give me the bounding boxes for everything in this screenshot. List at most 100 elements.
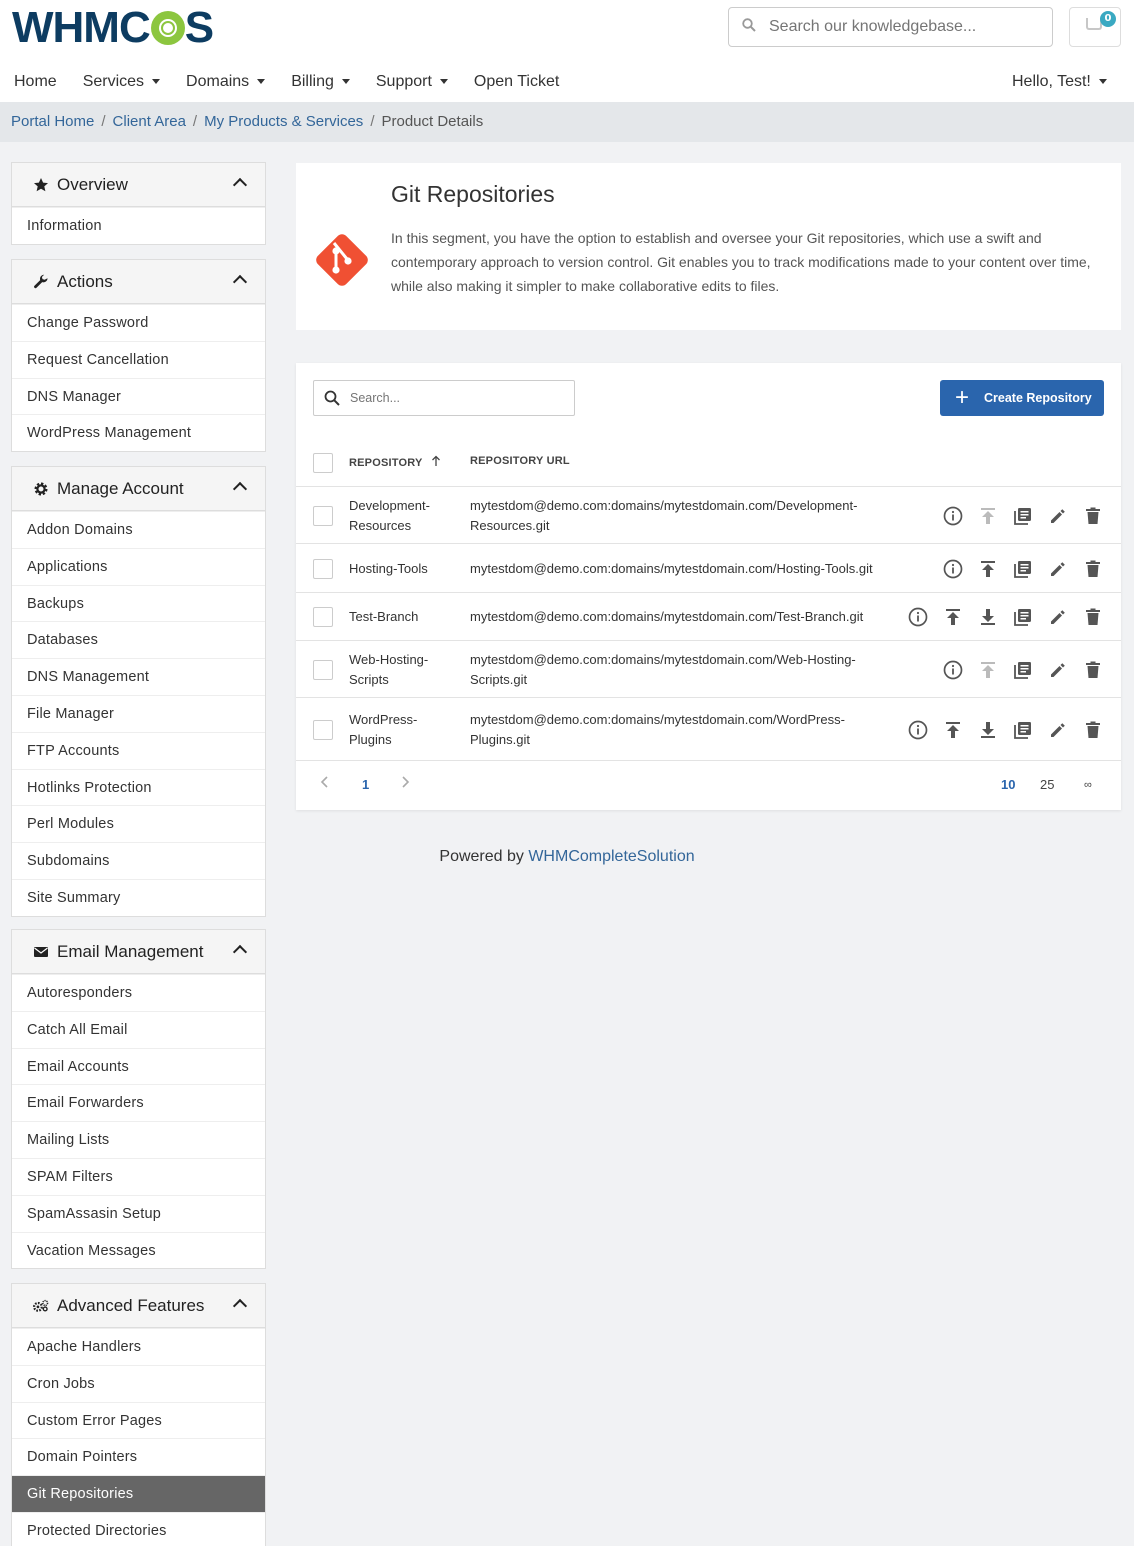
row-checkbox[interactable] xyxy=(313,720,333,740)
column-repository[interactable]: REPOSITORY xyxy=(349,455,442,469)
sidebar-panel-title: Advanced Features xyxy=(57,1295,205,1315)
column-repository-url[interactable]: REPOSITORY URL xyxy=(470,455,570,467)
sidebar-item-site-summary[interactable]: Site Summary xyxy=(12,878,265,916)
delete-icon[interactable] xyxy=(1082,606,1104,628)
info-icon[interactable] xyxy=(942,558,964,580)
sidebar-item-spamassasin-setup[interactable]: SpamAssasin Setup xyxy=(12,1194,265,1232)
delete-icon[interactable] xyxy=(1082,659,1104,681)
sidebar-item-ftp-accounts[interactable]: FTP Accounts xyxy=(12,731,265,769)
sidebar-item-perl-modules[interactable]: Perl Modules xyxy=(12,805,265,842)
push-icon[interactable] xyxy=(942,606,964,628)
push-icon[interactable] xyxy=(977,505,999,527)
sidebar-item-vacation-messages[interactable]: Vacation Messages xyxy=(12,1231,265,1269)
chevron-up-icon[interactable] xyxy=(232,274,248,290)
sidebar-panel-header-email-management[interactable]: Email Management xyxy=(12,930,265,974)
push-icon[interactable] xyxy=(942,719,964,741)
knowledgebase-search-input[interactable] xyxy=(769,18,1039,36)
pull-icon[interactable] xyxy=(977,606,999,628)
delete-icon[interactable] xyxy=(1082,505,1104,527)
sidebar-item-request-cancellation[interactable]: Request Cancellation xyxy=(12,340,265,378)
nav-item-open-ticket[interactable]: Open Ticket xyxy=(474,66,559,98)
sidebar-panel-header-manage-account[interactable]: Manage Account xyxy=(12,467,265,511)
history-icon[interactable] xyxy=(1012,558,1034,580)
breadcrumb-link-my-products-services[interactable]: My Products & Services xyxy=(204,113,363,130)
row-checkbox[interactable] xyxy=(313,607,333,627)
chevron-up-icon[interactable] xyxy=(232,944,248,960)
edit-icon[interactable] xyxy=(1047,659,1069,681)
push-icon[interactable] xyxy=(977,558,999,580)
history-icon[interactable] xyxy=(1012,505,1034,527)
cart-button[interactable]: 0 xyxy=(1069,7,1121,47)
user-menu[interactable]: Hello, Test! xyxy=(1012,66,1107,98)
row-checkbox[interactable] xyxy=(313,660,333,680)
history-icon[interactable] xyxy=(1012,659,1034,681)
sidebar-item-hotlinks-protection[interactable]: Hotlinks Protection xyxy=(12,768,265,806)
sidebar-item-applications[interactable]: Applications xyxy=(12,547,265,585)
row-checkbox[interactable] xyxy=(313,559,333,579)
sidebar-item-email-forwarders[interactable]: Email Forwarders xyxy=(12,1084,265,1121)
sidebar-item-dns-manager[interactable]: DNS Manager xyxy=(12,377,265,415)
sidebar-panel-header-actions[interactable]: Actions xyxy=(12,260,265,304)
edit-icon[interactable] xyxy=(1047,719,1069,741)
page-size-10[interactable]: 10 xyxy=(1001,777,1015,792)
nav-item-services[interactable]: Services xyxy=(83,66,161,98)
sidebar-item-addon-domains[interactable]: Addon Domains xyxy=(12,511,265,548)
sidebar-item-domain-pointers[interactable]: Domain Pointers xyxy=(12,1438,265,1475)
sidebar-item-wordpress-management[interactable]: WordPress Management xyxy=(12,414,265,451)
sidebar-item-git-repositories[interactable]: Git Repositories xyxy=(12,1475,265,1512)
nav-item-home[interactable]: Home xyxy=(14,66,57,98)
sidebar-item-catch-all-email[interactable]: Catch All Email xyxy=(12,1010,265,1048)
nav-item-support[interactable]: Support xyxy=(376,66,448,98)
page-size-all[interactable]: ∞ xyxy=(1084,779,1092,791)
history-icon[interactable] xyxy=(1012,606,1034,628)
prev-page-icon[interactable] xyxy=(320,775,330,792)
chevron-up-icon[interactable] xyxy=(232,481,248,497)
edit-icon[interactable] xyxy=(1047,606,1069,628)
sidebar-item-custom-error-pages[interactable]: Custom Error Pages xyxy=(12,1401,265,1439)
nav-item-billing[interactable]: Billing xyxy=(291,66,350,98)
sidebar-item-protected-directories[interactable]: Protected Directories xyxy=(12,1511,265,1546)
table-search[interactable] xyxy=(313,380,575,416)
sidebar-panel-header-overview[interactable]: Overview xyxy=(12,163,265,207)
sidebar-item-mailing-lists[interactable]: Mailing Lists xyxy=(12,1121,265,1158)
info-icon[interactable] xyxy=(942,659,964,681)
info-icon[interactable] xyxy=(907,719,929,741)
sidebar-item-databases[interactable]: Databases xyxy=(12,621,265,658)
sidebar-panel-header-advanced-features[interactable]: Advanced Features xyxy=(12,1284,265,1328)
table-search-input[interactable] xyxy=(350,391,560,405)
nav-item-domains[interactable]: Domains xyxy=(186,66,266,98)
sidebar-item-file-manager[interactable]: File Manager xyxy=(12,694,265,732)
select-all-checkbox[interactable] xyxy=(313,453,333,473)
history-icon[interactable] xyxy=(1012,719,1034,741)
knowledgebase-search[interactable] xyxy=(728,7,1053,47)
whmcs-logo[interactable]: WHM C S xyxy=(12,6,214,50)
footer-link[interactable]: WHMCompleteSolution xyxy=(528,848,694,865)
sidebar-item-spam-filters[interactable]: SPAM Filters xyxy=(12,1157,265,1195)
chevron-up-icon[interactable] xyxy=(232,1298,248,1314)
create-repository-button[interactable]: + Create Repository xyxy=(940,380,1104,416)
info-icon[interactable] xyxy=(907,606,929,628)
sidebar-item-change-password[interactable]: Change Password xyxy=(12,304,265,341)
sidebar-item-cron-jobs[interactable]: Cron Jobs xyxy=(12,1364,265,1402)
sidebar-item-autoresponders[interactable]: Autoresponders xyxy=(12,974,265,1011)
info-icon[interactable] xyxy=(942,505,964,527)
next-page-icon[interactable] xyxy=(400,775,410,792)
sidebar-item-dns-management[interactable]: DNS Management xyxy=(12,658,265,695)
sidebar-item-email-accounts[interactable]: Email Accounts xyxy=(12,1047,265,1085)
sidebar-item-information[interactable]: Information xyxy=(12,207,265,244)
edit-icon[interactable] xyxy=(1047,558,1069,580)
sidebar-panel-actions: Actions Change Password Request Cancellati… xyxy=(11,259,266,453)
edit-icon[interactable] xyxy=(1047,505,1069,527)
sidebar-item-backups[interactable]: Backups xyxy=(12,584,265,622)
sidebar-item-apache-handlers[interactable]: Apache Handlers xyxy=(12,1328,265,1365)
breadcrumb-link-portal-home[interactable]: Portal Home xyxy=(11,113,94,130)
page-number[interactable]: 1 xyxy=(362,777,369,792)
delete-icon[interactable] xyxy=(1082,719,1104,741)
breadcrumb-link-client-area[interactable]: Client Area xyxy=(113,113,186,130)
push-icon[interactable] xyxy=(977,659,999,681)
chevron-up-icon[interactable] xyxy=(232,177,248,193)
delete-icon[interactable] xyxy=(1082,558,1104,580)
row-checkbox[interactable] xyxy=(313,506,333,526)
pull-icon[interactable] xyxy=(977,719,999,741)
page-size-25[interactable]: 25 xyxy=(1040,777,1054,792)
